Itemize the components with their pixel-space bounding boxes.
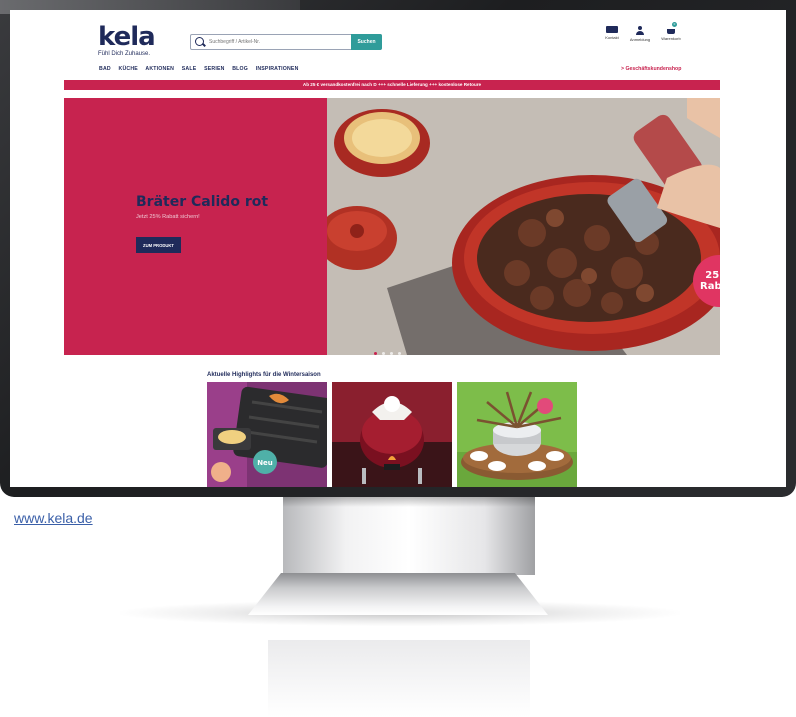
contact-link[interactable]: Kontakt bbox=[597, 26, 627, 40]
kela-logo[interactable]: kela Fühl Dich Zuhause. bbox=[98, 22, 156, 57]
nav-item-sale[interactable]: SALE bbox=[182, 66, 197, 72]
login-link[interactable]: Anmeldung bbox=[625, 26, 655, 42]
hero-text-panel: Bräter Calido rot Jetzt 25% Rabatt siche… bbox=[64, 98, 327, 355]
carousel-dots bbox=[374, 342, 406, 360]
hero-banner[interactable]: Bräter Calido rot Jetzt 25% Rabatt siche… bbox=[64, 98, 720, 355]
hero-subtitle: Jetzt 25% Rabatt sichern! bbox=[136, 214, 200, 220]
cart-link[interactable]: 0 Warenkorb bbox=[656, 22, 686, 41]
search-button[interactable]: Suchen bbox=[351, 34, 382, 50]
discount-badge-label: Rabatt bbox=[700, 281, 720, 292]
monitor-stand-base bbox=[248, 573, 548, 615]
stand-reflection bbox=[268, 640, 530, 717]
cart-icon: 0 bbox=[666, 22, 677, 34]
neck-shadow bbox=[283, 497, 535, 507]
monitor-screen: kela Fühl Dich Zuhause. Suchen Kontakt A… bbox=[10, 10, 786, 487]
carousel-dot[interactable] bbox=[382, 352, 385, 355]
bowl-image bbox=[332, 382, 452, 487]
user-icon bbox=[636, 26, 644, 35]
new-badge: Neu bbox=[257, 459, 273, 467]
carousel-dot[interactable] bbox=[374, 352, 377, 355]
nav-item-aktionen[interactable]: AKTIONEN bbox=[145, 66, 174, 72]
website-url-link[interactable]: www.kela.de bbox=[14, 510, 93, 526]
highlight-tile-fondue[interactable] bbox=[457, 382, 577, 487]
logo-tagline: Fühl Dich Zuhause. bbox=[98, 51, 151, 57]
contact-icon bbox=[606, 26, 618, 33]
product-cta-button[interactable]: ZUM PRODUKT bbox=[136, 237, 181, 253]
fondue-image bbox=[457, 382, 577, 487]
nav-item-inspirationen[interactable]: INSPIRATIONEN bbox=[256, 66, 299, 72]
monitor-bezel: kela Fühl Dich Zuhause. Suchen Kontakt A… bbox=[0, 0, 796, 497]
raclette-image: Neu bbox=[207, 382, 327, 487]
nav-item-bad[interactable]: BAD bbox=[99, 66, 111, 72]
highlight-tile-feuerzangenbowle[interactable] bbox=[332, 382, 452, 487]
search-icon bbox=[195, 37, 204, 46]
roaster-illustration bbox=[327, 98, 720, 355]
monitor-stand-neck bbox=[283, 497, 535, 575]
login-label: Anmeldung bbox=[629, 37, 651, 42]
nav-item-blog[interactable]: BLOG bbox=[232, 66, 248, 72]
nav-item-serien[interactable]: SERIEN bbox=[204, 66, 225, 72]
main-nav: BAD KÜCHE AKTIONEN SALE SERIEN BLOG INSP… bbox=[99, 66, 305, 72]
search-input[interactable] bbox=[209, 35, 339, 49]
carousel-dot[interactable] bbox=[398, 352, 401, 355]
contact-label: Kontakt bbox=[605, 35, 619, 40]
discount-badge-percent: 25 % bbox=[705, 270, 720, 281]
search-bar: Suchen bbox=[190, 34, 382, 50]
carousel-dot[interactable] bbox=[390, 352, 393, 355]
promo-bar: Ab 25 € versandkostenfrei nach D +++ sch… bbox=[64, 80, 720, 90]
hero-product-photo: 25 % Rabatt bbox=[327, 98, 720, 355]
cart-count-badge: 0 bbox=[672, 22, 677, 27]
hero-title: Bräter Calido rot bbox=[136, 194, 269, 210]
logo-text: kela bbox=[98, 22, 156, 52]
nav-item-kueche[interactable]: KÜCHE bbox=[119, 66, 138, 72]
business-shop-link[interactable]: > Geschäftskundenshop bbox=[621, 66, 681, 72]
highlights-heading: Aktuelle Highlights für die Wintersaison bbox=[207, 372, 321, 378]
cart-label: Warenkorb bbox=[661, 36, 681, 41]
highlight-tile-raclette[interactable]: Neu bbox=[207, 382, 327, 487]
